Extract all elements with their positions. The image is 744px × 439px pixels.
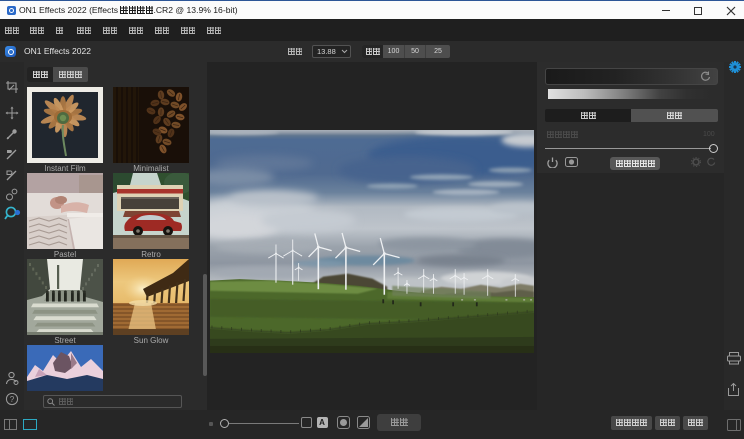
svg-text:?: ? (10, 395, 15, 404)
